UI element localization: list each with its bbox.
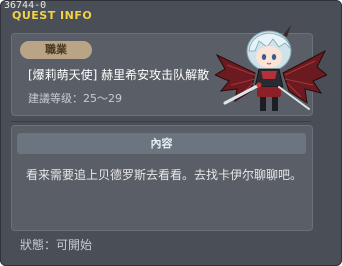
job-tab[interactable]: 職業	[20, 41, 92, 59]
window-title: QUEST INFO	[12, 9, 93, 22]
quest-info-window: 36744-0 QUEST INFO 職業 [爆莉萌天使] 赫里希安攻击队解散 …	[0, 0, 342, 266]
description-header: 內容	[17, 133, 306, 154]
angelic-buster-character-icon	[215, 25, 327, 111]
section-divider	[11, 121, 311, 122]
recommended-level: 建議等级：25～29	[28, 92, 122, 105]
quest-status: 狀態：可開始	[20, 238, 93, 252]
quest-description-panel: 內容 看来需要追上贝德罗斯去看看。去找卡伊尔聊聊吧。	[11, 125, 313, 231]
description-text: 看来需要追上贝德罗斯去看看。去找卡伊尔聊聊吧。	[26, 168, 303, 182]
